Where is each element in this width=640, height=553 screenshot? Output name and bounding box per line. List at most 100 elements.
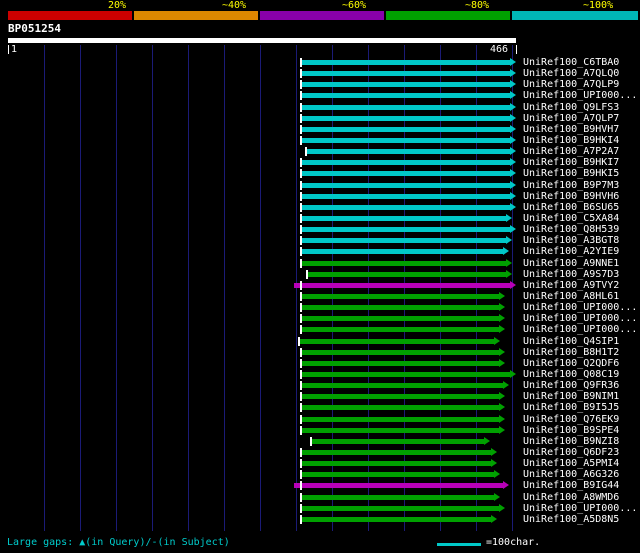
hit-label[interactable]: UniRef100_Q8H539: [523, 224, 619, 235]
hit-label[interactable]: UniRef100_B9HKI4: [523, 135, 619, 146]
hit-row[interactable]: [8, 336, 522, 347]
hit-alignment-bar[interactable]: [299, 472, 494, 478]
hit-row[interactable]: [8, 358, 522, 369]
hit-alignment-bar[interactable]: [299, 227, 510, 233]
hit-row[interactable]: [8, 90, 522, 101]
hit-label[interactable]: UniRef100_UPI000...: [523, 324, 637, 335]
hit-label[interactable]: UniRef100_B9P7M3: [523, 180, 619, 191]
hit-alignment-bar[interactable]: [294, 483, 504, 489]
hit-label[interactable]: UniRef100_C6TBA0: [523, 57, 619, 68]
hit-alignment-bar[interactable]: [299, 383, 504, 389]
hit-alignment-bar[interactable]: [306, 271, 506, 277]
hit-label[interactable]: UniRef100_A7QLP7: [523, 113, 619, 124]
hit-label[interactable]: UniRef100_A6G326: [523, 469, 619, 480]
hit-row[interactable]: [8, 157, 522, 168]
hit-row[interactable]: [8, 380, 522, 391]
hit-alignment-bar[interactable]: [299, 71, 510, 77]
hit-row[interactable]: [8, 324, 522, 335]
hit-row[interactable]: [8, 347, 522, 358]
hit-alignment-bar[interactable]: [299, 360, 500, 366]
hit-row[interactable]: [8, 514, 522, 525]
hit-alignment-bar[interactable]: [299, 516, 492, 522]
hit-label[interactable]: UniRef100_Q76EK9: [523, 414, 619, 425]
hit-row[interactable]: [8, 113, 522, 124]
hit-label[interactable]: UniRef100_UPI000...: [523, 90, 637, 101]
hit-label[interactable]: UniRef100_A3BGT8: [523, 235, 619, 246]
hit-alignment-bar[interactable]: [299, 349, 500, 355]
hit-row[interactable]: [8, 191, 522, 202]
hit-alignment-bar[interactable]: [299, 171, 510, 177]
hit-row[interactable]: [8, 425, 522, 436]
hit-row[interactable]: [8, 291, 522, 302]
hit-label[interactable]: UniRef100_A9TVY2: [523, 280, 619, 291]
hit-label[interactable]: UniRef100_A5PMI4: [523, 458, 619, 469]
hit-row[interactable]: [8, 235, 522, 246]
hit-alignment-bar[interactable]: [299, 93, 510, 99]
hit-alignment-bar[interactable]: [299, 260, 506, 266]
hit-label[interactable]: UniRef100_B9HVH7: [523, 124, 619, 135]
hit-alignment-bar[interactable]: [299, 450, 492, 455]
hit-label[interactable]: UniRef100_A7P2A7: [523, 146, 619, 157]
hit-alignment-bar[interactable]: [299, 394, 500, 400]
hit-row[interactable]: [8, 369, 522, 380]
hit-row[interactable]: [8, 57, 522, 68]
hit-alignment-bar[interactable]: [299, 160, 510, 166]
hit-alignment-bar[interactable]: [299, 416, 500, 422]
hit-alignment-bar[interactable]: [299, 82, 510, 88]
hit-label[interactable]: UniRef100_A7QLP9: [523, 79, 619, 90]
hit-label[interactable]: UniRef100_A2YIE9: [523, 246, 619, 257]
hit-label[interactable]: UniRef100_B9HKI5: [523, 168, 619, 179]
hit-alignment-bar[interactable]: [299, 405, 500, 411]
hit-alignment-bar[interactable]: [294, 282, 510, 288]
hit-label[interactable]: UniRef100_Q9FR36: [523, 380, 619, 391]
hit-row[interactable]: [8, 469, 522, 480]
hit-label[interactable]: UniRef100_C5XA84: [523, 213, 619, 224]
hit-row[interactable]: [8, 213, 522, 224]
hit-label[interactable]: UniRef100_A8HL61: [523, 291, 619, 302]
hit-alignment-bar[interactable]: [299, 126, 510, 132]
hit-row[interactable]: [8, 458, 522, 469]
hit-label[interactable]: UniRef100_B6SU65: [523, 202, 619, 213]
hit-label[interactable]: UniRef100_B8H1T2: [523, 347, 619, 358]
hit-alignment-bar[interactable]: [299, 427, 500, 433]
hit-alignment-bar[interactable]: [299, 372, 510, 377]
hit-alignment-bar[interactable]: [299, 182, 510, 188]
hit-row[interactable]: [8, 224, 522, 235]
hit-alignment-bar[interactable]: [299, 193, 510, 199]
hit-label[interactable]: UniRef100_UPI000...: [523, 503, 637, 514]
hit-alignment-bar[interactable]: [299, 216, 506, 221]
hit-label[interactable]: UniRef100_Q6DF23: [523, 447, 619, 458]
hit-alignment-bar[interactable]: [299, 316, 500, 322]
hit-alignment-bar[interactable]: [299, 138, 510, 143]
hit-row[interactable]: [8, 391, 522, 402]
hit-row[interactable]: [8, 402, 522, 413]
hit-label[interactable]: UniRef100_B9IG44: [523, 480, 619, 491]
hit-label[interactable]: UniRef100_UPI000...: [523, 313, 637, 324]
hit-row[interactable]: [8, 492, 522, 503]
hit-row[interactable]: [8, 302, 522, 313]
hit-alignment-bar[interactable]: [299, 104, 510, 110]
hit-label[interactable]: UniRef100_Q4SIP1: [523, 336, 619, 347]
hit-label[interactable]: UniRef100_A5D8N5: [523, 514, 619, 525]
hit-label[interactable]: UniRef100_A9S7D3: [523, 269, 619, 280]
hit-label[interactable]: UniRef100_A8WMD6: [523, 492, 619, 503]
hit-label[interactable]: UniRef100_Q9LFS3: [523, 102, 619, 113]
hit-alignment-bar[interactable]: [297, 338, 494, 344]
hit-label[interactable]: UniRef100_B9SPE4: [523, 425, 619, 436]
hit-label[interactable]: UniRef100_A7QLQ0: [523, 68, 619, 79]
hit-row[interactable]: [8, 102, 522, 113]
hit-row[interactable]: [8, 436, 522, 447]
hit-alignment-bar[interactable]: [299, 115, 510, 121]
hit-row[interactable]: [8, 79, 522, 90]
hit-label[interactable]: UniRef100_B9NIM1: [523, 391, 619, 402]
hit-label[interactable]: UniRef100_B9I5J5: [523, 402, 619, 413]
hit-alignment-bar[interactable]: [299, 294, 500, 299]
hit-row[interactable]: [8, 313, 522, 324]
hit-alignment-bar[interactable]: [299, 327, 500, 333]
hit-row[interactable]: [8, 246, 522, 257]
hit-label[interactable]: UniRef100_Q2QDF6: [523, 358, 619, 369]
hit-alignment-bar[interactable]: [299, 505, 500, 511]
hit-alignment-bar[interactable]: [299, 249, 504, 255]
hit-alignment-bar[interactable]: [299, 305, 500, 311]
hit-row[interactable]: [8, 124, 522, 135]
